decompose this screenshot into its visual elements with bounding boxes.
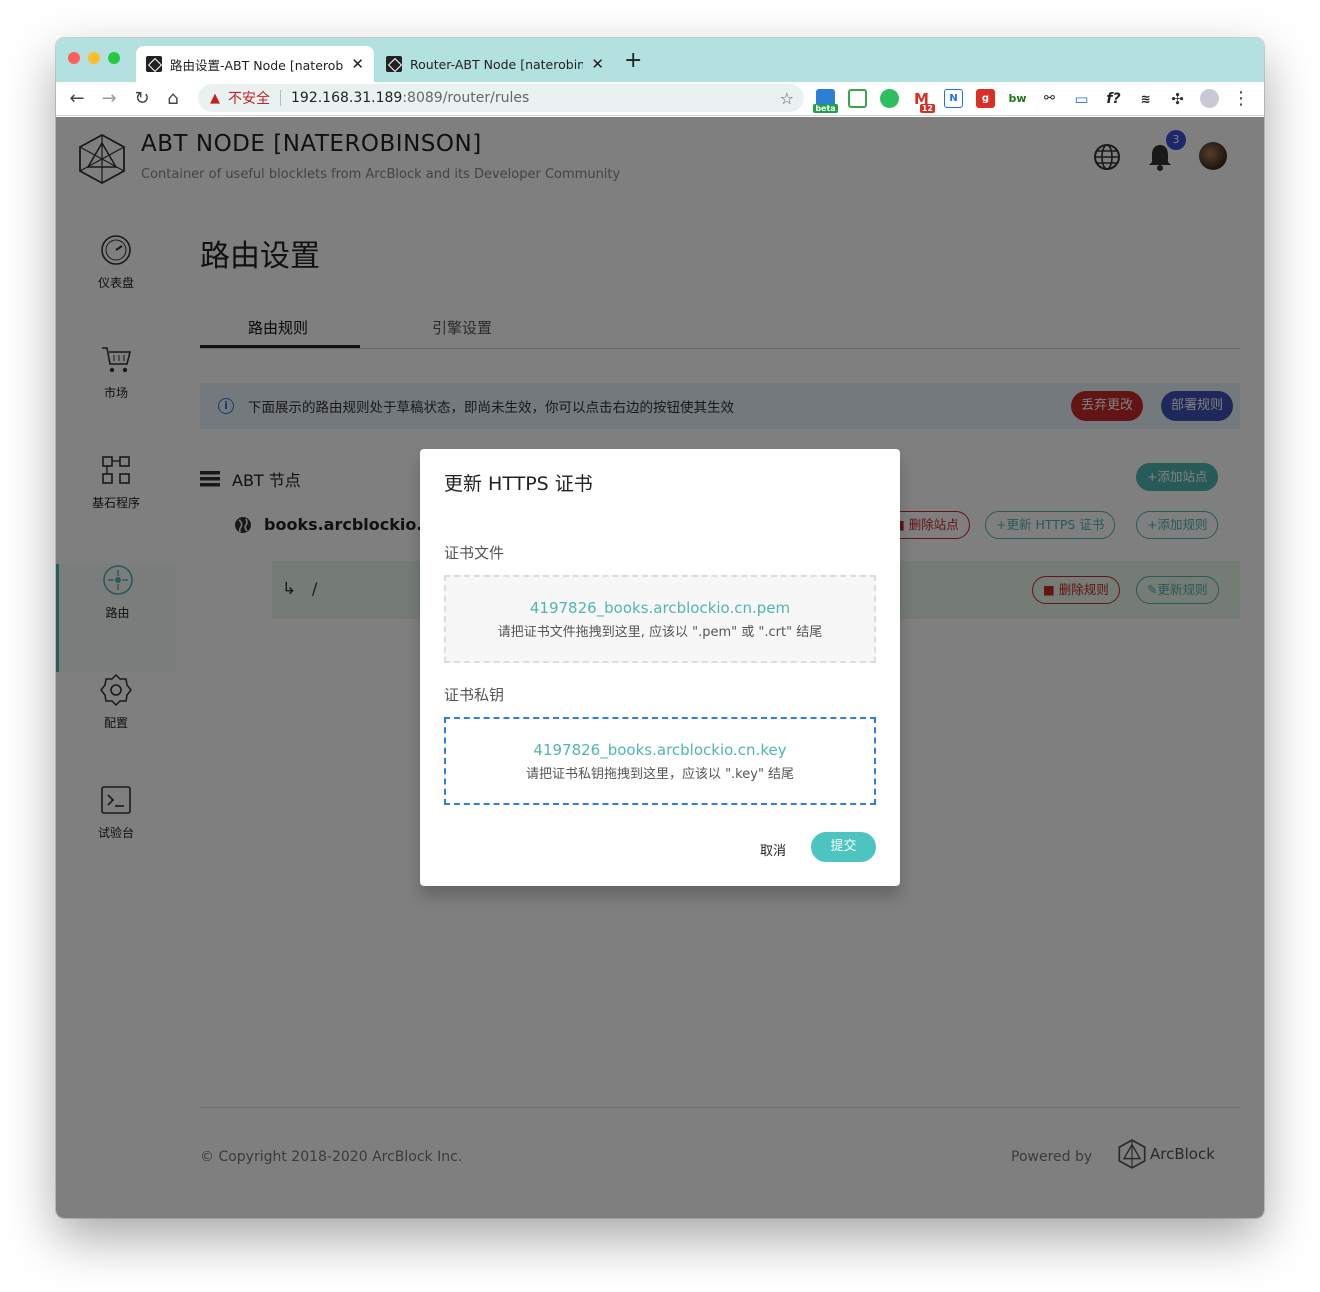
reload-icon[interactable]: ↻ (131, 88, 153, 109)
home-icon[interactable]: ⌂ (162, 88, 184, 109)
private-key-label: 证书私钥 (444, 686, 505, 704)
profile-avatar-icon[interactable] (1200, 89, 1219, 108)
minimize-window-button[interactable] (88, 52, 100, 64)
browser-window: 路由设置-ABT Node [naterobinson] ✕ Router-AB… (56, 38, 1264, 1218)
extensions-puzzle-icon[interactable]: ✣ (1168, 89, 1187, 108)
close-tab-icon[interactable]: ✕ (351, 55, 364, 73)
cert-file-dropzone[interactable]: 4197826_books.arcblockio.cn.pem 请把证书文件拖拽… (444, 575, 876, 663)
tab-title: Router-ABT Node [naterobinson] (410, 56, 584, 72)
extensions-bar: beta M 12 N g bw ⚯ ▭ f? ≋ ✣ (813, 89, 1219, 113)
new-tab-button[interactable]: + (624, 48, 642, 73)
cert-file-label: 证书文件 (444, 544, 505, 562)
private-key-file-name: 4197826_books.arcblockio.cn.key (533, 741, 787, 759)
page: ABT NODE [NATEROBINSON] Container of use… (56, 117, 1264, 1218)
close-tab-icon[interactable]: ✕ (591, 55, 604, 73)
close-window-button[interactable] (68, 52, 80, 64)
extension-monitor-icon[interactable]: ▭ (1072, 89, 1091, 108)
beta-badge: beta (813, 104, 838, 113)
browser-menu-icon[interactable]: ⋮ (1232, 88, 1250, 109)
extension-translate-icon[interactable]: ≋ (1136, 89, 1155, 108)
arcblock-favicon-icon (386, 56, 402, 72)
address-path: :8089/router/rules (402, 90, 530, 106)
forward-icon[interactable]: → (98, 88, 120, 109)
browser-tab-active[interactable]: 路由设置-ABT Node [naterobinson] ✕ (136, 46, 374, 82)
cert-file-name: 4197826_books.arcblockio.cn.pem (529, 599, 791, 617)
window-controls (68, 52, 120, 64)
extension-beta-icon[interactable]: beta (813, 89, 838, 113)
cancel-button[interactable]: 取消 (760, 840, 786, 859)
extension-glasses-icon[interactable]: ⚯ (1040, 89, 1059, 108)
maximize-window-button[interactable] (108, 52, 120, 64)
address-host: 192.168.31.189 (291, 90, 403, 106)
update-https-cert-dialog: 更新 HTTPS 证书 证书文件 4197826_books.arcblocki… (420, 449, 900, 886)
extension-red-icon[interactable]: g (976, 89, 995, 108)
tab-title: 路由设置-ABT Node [naterobinson] (170, 57, 344, 73)
extension-bw-icon[interactable]: bw (1008, 89, 1027, 108)
address-bar[interactable]: ▲ 不安全 192.168.31.189:8089/router/rules ☆ (198, 84, 804, 112)
insecure-label: 不安全 (228, 91, 270, 107)
browser-toolbar: ← → ↻ ⌂ ▲ 不安全 192.168.31.189:8089/router… (56, 82, 1264, 116)
back-icon[interactable]: ← (66, 88, 88, 109)
submit-button[interactable]: 提交 (811, 832, 876, 862)
extension-n-icon[interactable]: N (944, 89, 963, 108)
mail-count-badge: 12 (919, 104, 935, 113)
evernote-icon[interactable] (880, 89, 899, 108)
bookmark-star-icon[interactable]: ☆ (780, 89, 794, 108)
warning-icon: ▲ (210, 90, 220, 106)
extension-sheet-icon[interactable] (848, 89, 867, 108)
private-key-dropzone[interactable]: 4197826_books.arcblockio.cn.key 请把证书私钥拖拽… (444, 717, 876, 805)
browser-tab[interactable]: Router-ABT Node [naterobinson] ✕ (376, 46, 614, 82)
address-separator (280, 90, 281, 106)
extension-fx-icon[interactable]: f? (1104, 89, 1123, 108)
private-key-hint: 请把证书私钥拖拽到这里，应该以 ".key" 结尾 (525, 767, 795, 782)
tab-bar: 路由设置-ABT Node [naterobinson] ✕ Router-AB… (56, 38, 1264, 82)
arcblock-favicon-icon (146, 56, 162, 72)
dialog-title: 更新 HTTPS 证书 (444, 473, 593, 495)
gmail-icon[interactable]: M 12 (912, 89, 935, 113)
cert-file-hint: 请把证书文件拖拽到这里, 应该以 ".pem" 或 ".crt" 结尾 (497, 625, 823, 640)
